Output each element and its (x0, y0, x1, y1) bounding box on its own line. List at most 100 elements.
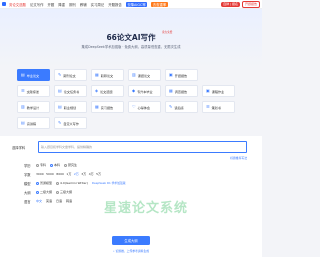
word-count-chip[interactable]: 3000 (36, 172, 44, 176)
language-chip[interactable]: 日语 (56, 199, 62, 203)
degree-radio[interactable]: 研究生 (64, 163, 77, 167)
category-card[interactable]: ▥ 教学设计 (17, 101, 50, 113)
category-card-label: 策划书 (211, 105, 221, 110)
category-card-label: 期刊论文 (63, 73, 76, 78)
category-card[interactable]: ▤ 论文任务书 (54, 85, 87, 97)
cap-icon: ◆ (132, 88, 136, 93)
nav-item-report[interactable]: 开题报告 (108, 2, 122, 7)
clipboard-icon: ▣ (169, 72, 173, 77)
category-card[interactable]: ✎ 读后感 (165, 101, 198, 113)
title-input[interactable]: 输入题目和学科文章学科，提供精确的 (38, 141, 247, 153)
category-card[interactable]: ✎ 自定义写作 (54, 117, 87, 129)
category-card-label: 论文选题 (100, 89, 113, 94)
language-chip[interactable]: 中文 (36, 199, 42, 203)
outline-label: 大纲 (24, 191, 31, 195)
word-count-chip[interactable]: 8000 (56, 172, 64, 176)
login-button[interactable]: 自律 | 报名 (221, 1, 240, 7)
category-card-label: 职业规划 (63, 105, 77, 110)
plan-icon: ☰ (206, 104, 210, 109)
word-count-chip[interactable]: 3万 (81, 172, 86, 176)
category-card[interactable]: ✎ 期刊论文 (54, 69, 87, 81)
model-note: DeepSeek R1 学术加强版 (91, 181, 126, 185)
category-card[interactable]: ☰ 策划书 (202, 101, 235, 113)
generate-outline-button[interactable]: 生成大纲 (112, 236, 150, 245)
word-count-chip[interactable]: 5000 (46, 172, 54, 176)
category-card[interactable]: ▦ 调查报告 (165, 85, 198, 97)
watermark-sub: 系统 (160, 201, 189, 216)
category-card-label: 文献综述 (26, 89, 39, 94)
outline-radio[interactable]: 三级大纲 (56, 190, 72, 194)
category-card-label: 自定义写作 (63, 121, 79, 126)
heart-icon: ♡ (132, 104, 136, 109)
logo-icon[interactable] (2, 2, 6, 6)
category-card[interactable]: ◈ 论文选题 (91, 85, 124, 97)
radio-circle-icon (36, 163, 39, 167)
model-radio[interactable]: 4.0(Gemini Writer) (56, 181, 88, 185)
category-card[interactable]: ☰ 文献综述 (17, 85, 50, 97)
category-card-label: 教学设计 (26, 105, 40, 110)
category-card[interactable]: ▥ 课题论文 (128, 69, 161, 81)
watermark-main: 星速论文 (104, 201, 161, 216)
radio-circle-icon (50, 163, 54, 167)
document-icon: ▤ (21, 72, 25, 77)
word-count-chip[interactable]: 5万 (96, 172, 101, 176)
category-card[interactable]: ◆ 专升本毕业 (128, 85, 161, 97)
upload-note[interactable]: • 论题推，上传参考资料生成 (0, 249, 262, 253)
category-card[interactable]: ▤ 毕业论文 (17, 69, 50, 81)
word-count-chip[interactable]: 1万 (66, 172, 71, 176)
category-card[interactable]: ▣ 开题报告 (165, 69, 198, 81)
nav-item-topic[interactable]: 务论文选题 (9, 2, 26, 7)
outline-options: 二级大纲 三级大纲 (36, 190, 72, 194)
degree-options: 专科 本科 研究生 (36, 163, 77, 167)
card-row: ☰ 文献综述 ▤ 论文任务书 ◈ 论文选题 ◆ 专升本毕业 ▦ 调查报告 ▣ 课程作业 (17, 85, 245, 97)
model-option-label: 4.0(Gemini Writer) (60, 181, 88, 185)
model-options: 普通模型 4.0(Gemini Writer) DeepSeek R1 学术加强版 (36, 181, 126, 185)
degree-radio[interactable]: 专科 (36, 163, 46, 167)
word-options: 3000 5000 8000 1万 2万 3万 4万 5万 (36, 172, 101, 176)
word-count-chip[interactable]: 4万 (89, 172, 94, 176)
title-placeholder: 输入题目和学科文章学科，提供精确的 (41, 145, 93, 149)
language-chip[interactable]: 英语 (46, 199, 52, 203)
category-grid: ▤ 毕业论文 ✎ 期刊论文 ▦ 职称论文 ▥ 课题论文 ▣ 开题报告 ☰ 文献综述 ▤ 论文任务书 ◈ 论文选… (17, 69, 245, 133)
radio-circle-icon (56, 190, 60, 194)
nav-badge-dup[interactable]: 去查重率 (151, 1, 168, 7)
category-card[interactable]: ▣ 课程作业 (202, 85, 235, 97)
category-card[interactable]: ▦ 职称论文 (91, 69, 124, 81)
title-hint-link[interactable]: 标题推荐写法 (230, 156, 247, 160)
card-row: ▤ 毕业论文 ✎ 期刊论文 ▦ 职称论文 ▥ 课题论文 ▣ 开题报告 (17, 69, 245, 81)
course-icon: ▣ (206, 88, 210, 93)
watermark-text: 星速论文系统 (104, 197, 188, 216)
nav-item-journal[interactable]: 期刊 (69, 2, 76, 7)
nav-item-writing[interactable]: 论文写作 (30, 2, 44, 7)
report-button[interactable]: 开题报告 (241, 0, 260, 8)
degree-option-label: 专科 (40, 163, 47, 167)
outline-radio[interactable]: 二级大纲 (36, 190, 52, 194)
nav-item-reduce[interactable]: 降重 (58, 2, 65, 7)
category-card-label: 实习报告 (100, 105, 114, 110)
report-icon: ▥ (132, 72, 136, 77)
nav-badge-aigc[interactable]: 去降AIGC率 (125, 1, 148, 7)
hero-tag: 永久免费 (162, 31, 173, 34)
category-card-label: 心得体会 (137, 105, 150, 110)
words-label: 字数 (24, 173, 31, 177)
word-count-chip[interactable]: 2万 (74, 172, 79, 176)
category-card-label: 职称论文 (100, 73, 114, 78)
category-card[interactable]: ▤ 演讲稿 (17, 117, 50, 129)
outline-option-label: 二级大纲 (40, 190, 53, 194)
category-card-label: 论文任务书 (63, 89, 80, 94)
model-radio[interactable]: 普通模型 (36, 181, 52, 185)
subject-label: 选择学科 (12, 146, 26, 150)
book-icon: ▦ (95, 72, 99, 77)
nav-item-teaching[interactable]: 教辅 (80, 2, 87, 7)
bars-icon: ▦ (95, 104, 99, 109)
category-card[interactable]: ♡ 心得体会 (128, 101, 161, 113)
degree-radio[interactable]: 本科 (50, 163, 60, 167)
category-card[interactable]: ▦ 实习报告 (91, 101, 124, 113)
degree-option-label: 研究生 (68, 163, 78, 167)
nav-item-internship[interactable]: 实习周记 (91, 2, 105, 7)
radio-circle-icon (36, 190, 39, 194)
category-card[interactable]: ▤ 职业规划 (54, 101, 87, 113)
chart-icon: ▥ (21, 104, 25, 109)
language-chip[interactable]: 韩语 (66, 199, 72, 203)
nav-item-opening[interactable]: 开题 (48, 2, 55, 7)
